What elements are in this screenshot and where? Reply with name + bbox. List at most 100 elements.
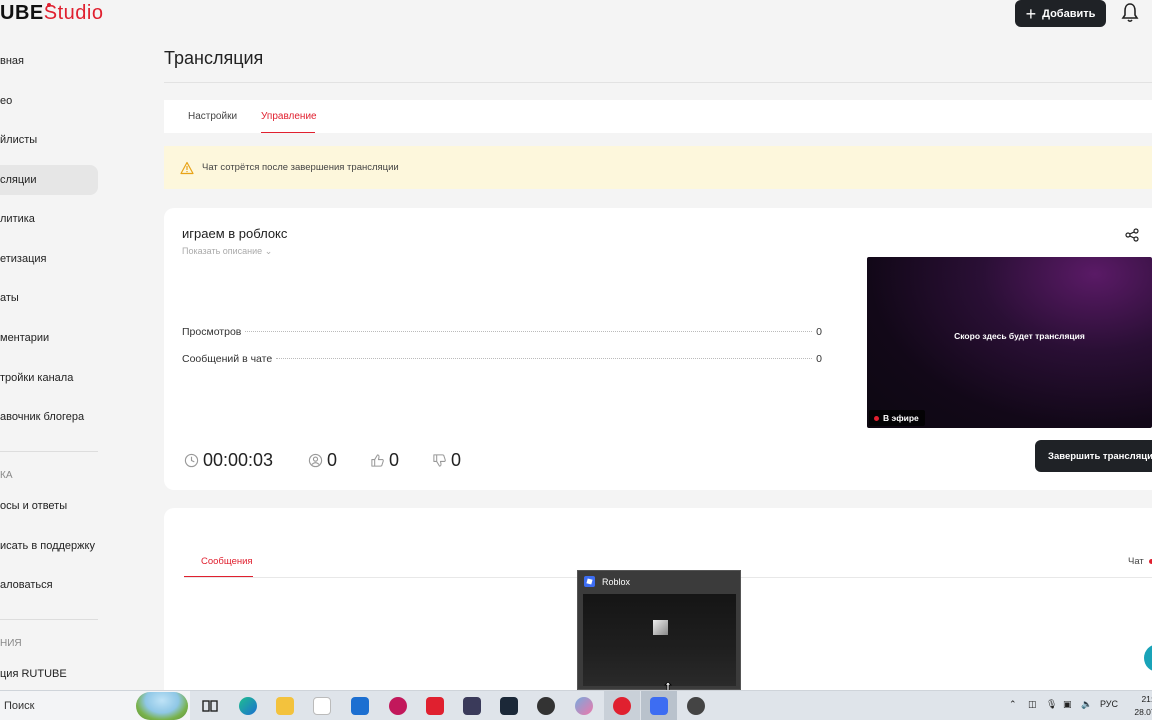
network-icon[interactable]: ▣ [1063,699,1072,710]
sidebar-item-label: аловаться [0,579,53,591]
microphone-icon[interactable]: 🎙 [1046,699,1057,710]
file-explorer-icon[interactable] [276,697,294,715]
sidebar-item-label: аты [0,292,19,304]
chevron-up-icon[interactable]: ⌃ [1009,699,1017,710]
sidebar-item-label: йлисты [0,134,38,146]
sidebar-section-help: КА [0,470,13,481]
sidebar-item-main[interactable]: вная [0,46,98,76]
logo-studio: Studio [43,2,104,24]
sidebar-item-label: литика [0,213,35,225]
windows-taskbar: Поиск ⌃ ◫ 🎙 ▣ 🔈 РУС 21:0 28.07. [0,690,1152,720]
app-colorful-icon[interactable] [575,697,593,715]
steam-icon[interactable] [500,697,518,715]
yandex-icon[interactable] [426,697,444,715]
chevron-down-icon: ⌄ [264,246,273,256]
viewers-value: 0 [327,450,338,470]
stat-value: 0 [816,353,822,365]
show-description-link[interactable]: Показать описание ⌄ [182,246,272,257]
roblox-loading-cube [653,620,668,635]
stat-value: 0 [816,326,822,338]
dotted-leader [276,358,813,359]
sidebar-item-streams[interactable]: сляции [0,165,98,195]
logo-dot [47,3,51,7]
clock-icon [184,453,199,468]
sidebar-item-chats[interactable]: аты [0,283,98,313]
taskbar-clock[interactable]: 21:0 28.07. [1128,693,1152,719]
live-dot-icon [874,415,879,421]
stat-label: Сообщений в чате [182,353,273,365]
likes-counter: 0 [370,450,399,471]
sidebar-item-label: ментарии [0,332,50,344]
stream-timer: 00:00:03 [184,450,273,471]
stat-views-row: Просмотров 0 [182,326,822,338]
clock-time: 21:0 [1141,694,1152,704]
sidebar-item-label: вная [0,55,24,67]
end-stream-button[interactable]: Завершить трансляцию [1035,440,1152,472]
bell-icon[interactable] [1120,2,1140,24]
yandex-browser-icon[interactable] [613,697,631,715]
sidebar-item-video[interactable]: ео [0,86,98,116]
sidebar-divider [0,619,98,620]
language-indicator[interactable]: РУС [1100,699,1118,709]
stream-preview[interactable]: Скоро здесь будет трансляция В эфире [867,257,1152,428]
plus-icon: + [1025,3,1037,24]
task-view-icon[interactable] [201,697,219,715]
dislikes-counter: 0 [432,450,461,471]
rutube-studio-logo[interactable]: UBEStudio [0,2,103,25]
sidebar-item-label: сляции [0,174,37,186]
thumbs-up-icon [371,454,384,467]
stat-label: Просмотров [182,326,242,338]
sidebar-item-label: тройки канала [0,372,74,384]
sidebar-item-blogger-guide[interactable]: авочник блогера [0,402,98,432]
sidebar-item-rutube-info[interactable]: ция RUTUBE [0,659,98,689]
chat-toggle-label[interactable]: Чат [1128,556,1144,567]
sidebar-item-label: ео [0,95,13,107]
add-button[interactable]: + Добавить [1015,0,1106,27]
popup-title: Roblox [602,577,631,587]
sidebar-item-playlists[interactable]: йлисты [0,125,98,155]
warning-icon [180,161,194,174]
tab-active-underline [261,132,315,133]
sidebar-item-analytics[interactable]: литика [0,204,98,234]
tab-settings[interactable]: Настройки [188,111,237,122]
live-label: В эфире [883,413,919,423]
roblox-window-preview[interactable]: Roblox [577,570,741,690]
title-divider [164,82,1152,83]
sidebar-item-label: авочник блогера [0,411,85,423]
likes-value: 0 [389,450,400,470]
tab-manage[interactable]: Управление [261,111,317,122]
warning-text: Чат сотрётся после завершения трансляции [202,162,399,173]
logo-main: UBE [0,2,44,24]
roblox-preview-screen [583,594,736,686]
outlook-icon[interactable] [351,697,369,715]
sidebar-item-comments[interactable]: ментарии [0,323,98,353]
app-red-icon[interactable] [389,697,407,715]
dislikes-value: 0 [451,450,462,470]
stream-title: играем в роблокс [182,226,288,241]
app-recording-icon[interactable] [687,697,705,715]
search-label: Поиск [4,700,35,712]
share-icon[interactable] [1125,228,1139,242]
sidebar-item-write-support[interactable]: исать в поддержку [0,531,98,561]
sidebar-item-channel-settings[interactable]: тройки канала [0,363,98,393]
store-icon[interactable] [313,697,331,715]
show-description-label: Показать описание [182,246,263,256]
search-highlight-illustration [136,692,188,720]
roblox-icon [584,576,595,587]
roblox-taskbar-icon[interactable] [650,697,668,715]
device-icon[interactable]: ◫ [1028,699,1037,710]
sidebar-item-complain[interactable]: аловаться [0,570,98,600]
sidebar-item-label: исать в поддержку [0,540,95,552]
edge-icon[interactable] [239,697,257,715]
tabs-bar: Настройки Управление [164,100,1152,133]
sidebar-item-faq[interactable]: осы и ответы [0,491,98,521]
viewer-icon [308,453,323,468]
obs-icon[interactable] [537,697,555,715]
timer-value: 00:00:03 [203,450,274,470]
app-dark-icon[interactable] [463,697,481,715]
tab-messages[interactable]: Сообщения [201,556,253,567]
sidebar-item-monetization[interactable]: етизация [0,244,98,274]
volume-icon[interactable]: 🔈 [1081,699,1092,710]
dotted-leader [245,331,813,332]
preview-placeholder-text: Скоро здесь будет трансляция [954,331,1085,341]
